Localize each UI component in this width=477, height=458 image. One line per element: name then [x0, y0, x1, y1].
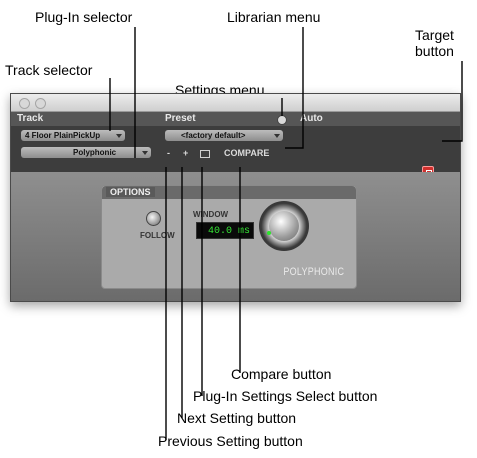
knob-icon[interactable]: [259, 201, 309, 251]
plugin-body: OPTIONS FOLLOW WINDOW 40.0 ms POLYPHONIC: [11, 172, 460, 301]
previous-setting-button[interactable]: -: [167, 148, 170, 159]
target-button-callout: Target button: [415, 27, 454, 59]
follow-icon[interactable]: [146, 211, 161, 226]
auto-header: Auto: [300, 113, 323, 124]
window-value-display[interactable]: 40.0 ms: [196, 222, 254, 239]
librarian-menu-value: <factory default>: [181, 131, 246, 140]
track-selector-value: 4 Floor PlainPickUp: [25, 131, 101, 140]
librarian-menu[interactable]: <factory default>: [165, 130, 283, 141]
header-bar: Track Preset Auto: [11, 112, 460, 126]
plugin-window: Track Preset Auto 4 Floor PlainPickUp Po…: [10, 93, 461, 302]
track-selector-callout: Track selector: [5, 62, 93, 78]
plugin-settings-select-callout: Plug-In Settings Select button: [193, 388, 378, 404]
window-label: WINDOW: [193, 210, 229, 219]
minimize-window-button[interactable]: [35, 98, 46, 109]
follow-label: FOLLOW: [140, 231, 175, 240]
plugin-selector-value: Polyphonic: [73, 148, 117, 157]
control-bar: 4 Floor PlainPickUp Polyphonic <factory …: [11, 126, 460, 178]
options-panel: OPTIONS FOLLOW WINDOW 40.0 ms POLYPHONIC: [101, 185, 357, 289]
options-tab: OPTIONS: [106, 187, 155, 197]
preset-header: Preset: [165, 113, 196, 124]
options-header: OPTIONS: [102, 186, 356, 199]
folder-icon[interactable]: [200, 150, 210, 158]
settings-icon[interactable]: [277, 115, 287, 125]
compare-button[interactable]: COMPARE: [224, 148, 269, 159]
plugin-selector[interactable]: Polyphonic: [21, 147, 151, 158]
knob-indicator: [267, 231, 271, 235]
window-titlebar: [11, 94, 460, 112]
next-setting-callout: Next Setting button: [177, 410, 297, 426]
track-selector[interactable]: 4 Floor PlainPickUp: [21, 130, 125, 141]
next-setting-button[interactable]: +: [183, 148, 188, 159]
window-knob[interactable]: [269, 211, 299, 241]
compare-button-callout: Compare button: [231, 366, 332, 382]
track-header: Track: [17, 113, 44, 124]
plugin-selector-callout: Plug-In selector: [35, 9, 133, 25]
previous-setting-callout: Previous Setting button: [158, 433, 303, 449]
brand-label: POLYPHONIC: [283, 266, 344, 278]
close-window-button[interactable]: [19, 98, 30, 109]
librarian-menu-callout: Librarian menu: [227, 9, 321, 25]
